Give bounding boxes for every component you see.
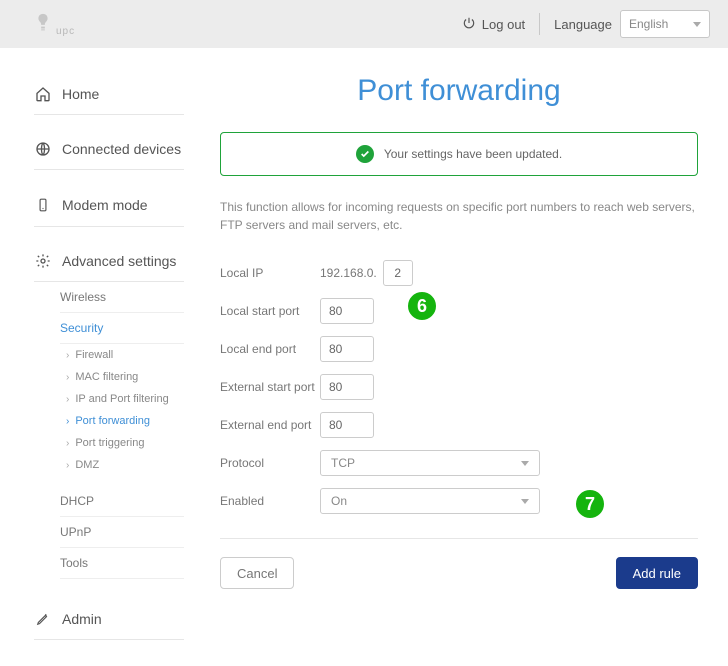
top-bar: upc Log out Language English — [0, 0, 728, 48]
power-icon — [462, 16, 476, 33]
chevron-right-icon: › — [66, 438, 69, 449]
chevron-right-icon: › — [66, 394, 69, 405]
nav-modem-mode[interactable]: Modem mode — [34, 184, 184, 227]
nav-advanced-label: Advanced settings — [62, 253, 176, 269]
label-external-end-port: External end port — [220, 418, 320, 432]
subnav-wireless[interactable]: Wireless — [60, 282, 184, 313]
brand-text: upc — [56, 26, 75, 37]
subnav-dhcp[interactable]: DHCP — [60, 486, 184, 517]
label-enabled: Enabled — [220, 494, 320, 508]
ip-prefix: 192.168.0. — [320, 266, 377, 280]
main-content: Port forwarding Your settings have been … — [200, 48, 728, 640]
home-icon — [34, 86, 52, 102]
language-label: Language — [554, 17, 612, 32]
label-local-end-port: Local end port — [220, 342, 320, 356]
logout-label: Log out — [482, 17, 525, 32]
alert-text: Your settings have been updated. — [384, 147, 562, 161]
subnav-port-forwarding[interactable]: ›Port forwarding — [66, 410, 184, 432]
subnav-dmz[interactable]: ›DMZ — [66, 454, 184, 476]
subnav-ip-port-filtering[interactable]: ›IP and Port filtering — [66, 388, 184, 410]
label-local-start-port: Local start port — [220, 304, 320, 318]
chevron-down-icon — [521, 499, 529, 504]
logo-icon — [32, 12, 54, 37]
select-enabled[interactable]: On — [320, 488, 540, 514]
brand-logo: upc — [32, 12, 75, 37]
language-select[interactable]: English — [620, 10, 710, 38]
annotation-badge-6: 6 — [408, 292, 436, 320]
gear-icon — [34, 253, 52, 269]
check-icon — [356, 145, 374, 163]
nav-modem-label: Modem mode — [62, 197, 148, 213]
nav-home[interactable]: Home — [34, 74, 184, 115]
pencil-icon — [34, 612, 52, 626]
input-local-ip-last-octet[interactable] — [383, 260, 413, 286]
divider — [539, 13, 540, 35]
nav-advanced-settings[interactable]: Advanced settings — [34, 241, 184, 282]
chevron-right-icon: › — [66, 416, 69, 427]
separator — [220, 538, 698, 539]
nav-admin-label: Admin — [62, 611, 102, 627]
page-description: This function allows for incoming reques… — [220, 198, 698, 234]
logout-link[interactable]: Log out — [462, 16, 525, 33]
nav-connected-devices[interactable]: Connected devices — [34, 129, 184, 170]
subnav-security[interactable]: Security — [60, 313, 184, 344]
nav-connected-label: Connected devices — [62, 141, 181, 157]
add-rule-button[interactable]: Add rule — [616, 557, 698, 589]
subnav-tools[interactable]: Tools — [60, 548, 184, 579]
language-value: English — [629, 17, 668, 31]
subnav-upnp[interactable]: UPnP — [60, 517, 184, 548]
select-enabled-value: On — [331, 494, 347, 508]
input-local-start-port[interactable] — [320, 298, 374, 324]
chevron-down-icon — [693, 22, 701, 27]
nav-home-label: Home — [62, 86, 99, 102]
sidebar: Home Connected devices Modem mode Advanc… — [0, 48, 200, 640]
cancel-button[interactable]: Cancel — [220, 557, 294, 589]
label-local-ip: Local IP — [220, 266, 320, 280]
select-protocol-value: TCP — [331, 456, 355, 470]
select-protocol[interactable]: TCP — [320, 450, 540, 476]
subnav-firewall[interactable]: ›Firewall — [66, 344, 184, 366]
page-title: Port forwarding — [220, 74, 698, 108]
input-external-end-port[interactable] — [320, 412, 374, 438]
chevron-right-icon: › — [66, 460, 69, 471]
subnav-port-triggering[interactable]: ›Port triggering — [66, 432, 184, 454]
success-alert: Your settings have been updated. — [220, 132, 698, 176]
chevron-right-icon: › — [66, 350, 69, 361]
input-local-end-port[interactable] — [320, 336, 374, 362]
devices-icon — [34, 141, 52, 157]
label-protocol: Protocol — [220, 456, 320, 470]
chevron-right-icon: › — [66, 372, 69, 383]
label-external-start-port: External start port — [220, 380, 320, 394]
nav-admin[interactable]: Admin — [34, 599, 184, 640]
subnav-mac-filtering[interactable]: ›MAC filtering — [66, 366, 184, 388]
annotation-badge-7: 7 — [576, 490, 604, 518]
input-external-start-port[interactable] — [320, 374, 374, 400]
modem-icon — [34, 196, 52, 214]
chevron-down-icon — [521, 461, 529, 466]
